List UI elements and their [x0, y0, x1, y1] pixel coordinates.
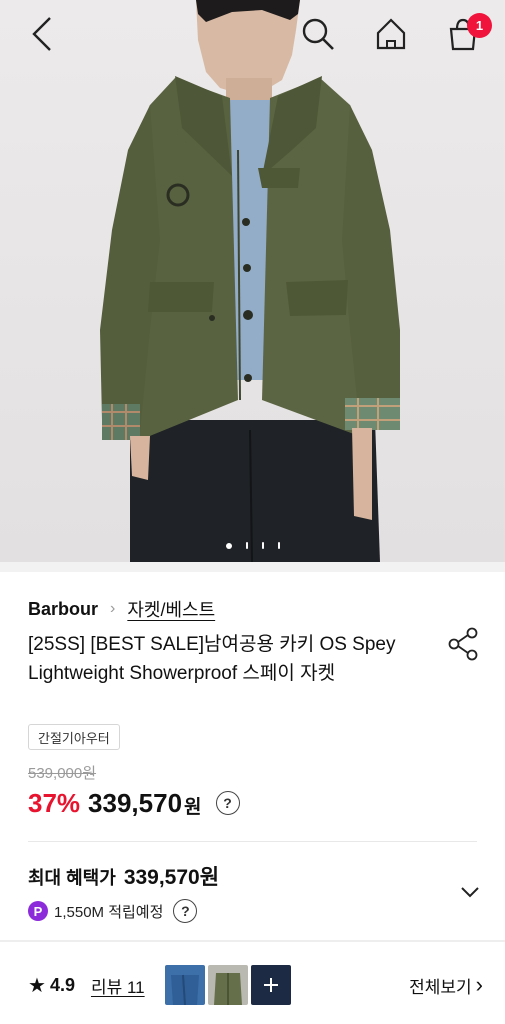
review-thumbnail[interactable]	[207, 965, 248, 1005]
price-unit: 원	[184, 797, 202, 818]
discount-rate: 37%	[28, 787, 81, 818]
chevron-right-icon: ›	[475, 972, 483, 997]
cart-count-badge: 1	[467, 13, 492, 38]
points-text: 1,550M 적립예정	[54, 903, 164, 921]
chevron-down-icon	[461, 887, 479, 898]
review-summary: ★ 4.9 리뷰 11 전체보기 ›	[28, 963, 483, 1007]
section-divider	[0, 940, 505, 942]
carousel-indicator	[0, 542, 505, 549]
carousel-dot-active	[225, 542, 232, 549]
sale-price: 339,570	[88, 787, 183, 818]
product-tag[interactable]: 간절기아우터	[28, 724, 120, 750]
search-icon	[302, 18, 334, 50]
benefit-amount: 339,570원	[123, 866, 220, 889]
product-image-carousel[interactable]: 1	[0, 0, 505, 562]
points-icon: P	[28, 901, 48, 921]
carousel-dot	[277, 542, 280, 549]
benefit-label: 최대 혜택가	[28, 868, 116, 888]
section-divider	[0, 562, 505, 572]
star-icon: ★	[28, 974, 46, 997]
points-info-icon[interactable]: ?	[173, 899, 198, 923]
price-info-icon[interactable]: ?	[215, 791, 240, 815]
carousel-dot	[261, 542, 264, 549]
home-icon	[376, 18, 406, 50]
see-all-reviews-link[interactable]: 전체보기 ›	[409, 972, 483, 998]
share-icon	[448, 627, 478, 661]
product-photo	[100, 0, 400, 562]
back-button[interactable]	[20, 12, 64, 56]
carousel-dot	[245, 542, 248, 549]
chevron-left-icon	[32, 17, 51, 51]
brand-link[interactable]: Barbour	[28, 599, 98, 620]
divider	[28, 841, 477, 842]
review-thumbnails	[164, 965, 291, 1005]
review-thumbnail[interactable]	[164, 965, 205, 1005]
review-count-link[interactable]: 리뷰 11	[91, 973, 145, 998]
max-benefit-price[interactable]: 최대 혜택가 339,570원	[28, 861, 219, 891]
see-all-label: 전체보기	[409, 977, 472, 997]
home-button[interactable]	[369, 12, 413, 56]
search-button[interactable]	[296, 12, 340, 56]
product-title: [25SS] [BEST SALE]남여공용 카키 OS Spey Lightw…	[28, 634, 396, 684]
chevron-right-icon: ›	[110, 600, 116, 617]
expand-benefit-button[interactable]	[458, 880, 482, 904]
original-price: 539,000원	[28, 765, 97, 782]
review-thumbnail[interactable]	[250, 965, 291, 1005]
breadcrumb: Barbour › 자켓/베스트	[28, 596, 215, 622]
price-row: 37% 339,570 원 ?	[28, 787, 240, 819]
share-button[interactable]	[446, 626, 482, 662]
category-link[interactable]: 자켓/베스트	[127, 596, 215, 622]
rating-value: 4.9	[49, 974, 75, 995]
points-row: P 1,550M 적립예정 ?	[28, 899, 198, 923]
